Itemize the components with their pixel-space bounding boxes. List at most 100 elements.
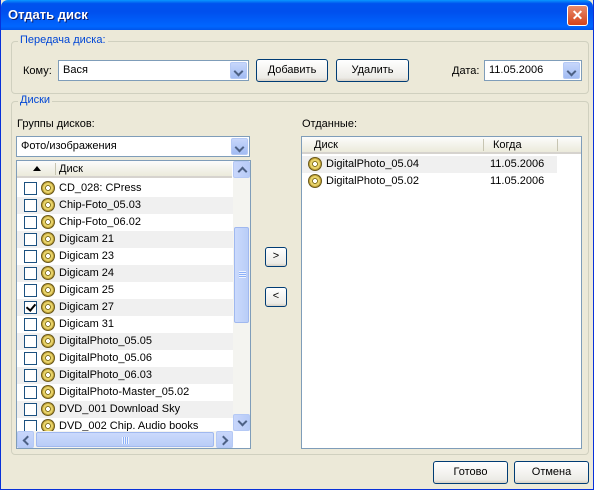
disk-checkbox[interactable] <box>24 335 37 348</box>
disc-icon <box>41 198 55 212</box>
to-label: Кому: <box>23 65 52 77</box>
scroll-right-button[interactable] <box>216 431 233 448</box>
disk-name: Digicam 21 <box>59 233 115 245</box>
column-when[interactable]: Когда <box>493 139 522 151</box>
move-left-button[interactable]: < <box>265 287 287 307</box>
list-item[interactable]: Chip-Foto_05.03 <box>17 197 233 214</box>
ok-button[interactable]: Готово <box>433 461 508 484</box>
disk-checkbox[interactable] <box>24 318 37 331</box>
disc-icon <box>41 181 55 195</box>
column-separator[interactable] <box>55 163 56 175</box>
move-right-button[interactable]: > <box>265 247 287 267</box>
column-disk[interactable]: Диск <box>59 163 83 175</box>
disk-checkbox[interactable] <box>24 369 37 382</box>
disk-name: DVD_001 Download Sky <box>59 403 181 415</box>
given-disk-name: DigitalPhoto_05.04 <box>326 158 419 170</box>
disc-icon <box>41 368 55 382</box>
list-item[interactable]: DigitalPhoto_05.02 11.05.2006 <box>302 173 557 190</box>
disc-icon <box>41 215 55 229</box>
transfer-legend: Передача диска: <box>18 34 108 46</box>
disc-icon <box>41 385 55 399</box>
chevron-down-icon[interactable] <box>563 62 580 79</box>
disks-legend: Диски <box>18 94 53 106</box>
disk-name: Digicam 24 <box>59 267 115 279</box>
disk-checkbox[interactable] <box>24 386 37 399</box>
given-date: 11.05.2006 <box>490 175 545 187</box>
disk-name: DigitalPhoto_06.03 <box>59 369 152 381</box>
disk-list-hscrollbar[interactable] <box>17 431 233 448</box>
disk-checkbox[interactable] <box>24 182 37 195</box>
list-item[interactable]: DigitalPhoto_05.05 <box>17 333 233 350</box>
disk-name: Chip-Foto_05.03 <box>59 199 141 211</box>
cancel-button[interactable]: Отмена <box>514 461 589 484</box>
date-value: 11.05.2006 <box>489 64 544 76</box>
scroll-thumb[interactable] <box>234 227 249 323</box>
disk-name: DigitalPhoto-Master_05.02 <box>59 386 190 398</box>
column-separator[interactable] <box>483 139 484 151</box>
list-item[interactable]: Digicam 21 <box>17 231 233 248</box>
disk-name: Digicam 25 <box>59 284 115 296</box>
given-date: 11.05.2006 <box>490 158 545 170</box>
remove-button[interactable]: Удалить <box>336 59 409 82</box>
disk-list-vscrollbar[interactable] <box>233 161 250 431</box>
chevron-down-icon[interactable] <box>231 138 248 155</box>
disk-checkbox[interactable] <box>24 301 37 314</box>
disk-list-header: Диск <box>17 161 232 178</box>
list-item[interactable]: Digicam 31 <box>17 316 233 333</box>
list-item[interactable]: DigitalPhoto_05.06 <box>17 350 233 367</box>
title-bar[interactable]: Отдать диск ✕ <box>1 0 593 30</box>
disc-icon <box>41 266 55 280</box>
disk-checkbox[interactable] <box>24 284 37 297</box>
disk-checkbox[interactable] <box>24 352 37 365</box>
disk-name: Digicam 23 <box>59 250 115 262</box>
list-item[interactable]: DVD_001 Download Sky <box>17 401 233 418</box>
disk-group-combo[interactable]: Фото/изображения <box>16 136 250 157</box>
scroll-down-button[interactable] <box>233 414 250 431</box>
disk-name: DigitalPhoto_05.06 <box>59 352 152 364</box>
disk-name: Digicam 27 <box>59 301 115 313</box>
list-item[interactable]: Chip-Foto_06.02 <box>17 214 233 231</box>
chevron-down-icon[interactable] <box>230 62 247 79</box>
disk-checkbox[interactable] <box>24 250 37 263</box>
list-item[interactable]: Digicam 24 <box>17 265 233 282</box>
disk-checkbox[interactable] <box>24 403 37 416</box>
disk-checkbox[interactable] <box>24 199 37 212</box>
disc-icon <box>41 232 55 246</box>
list-item[interactable]: DigitalPhoto_05.04 11.05.2006 <box>302 156 557 173</box>
sort-ascending-icon[interactable] <box>33 166 41 171</box>
list-item[interactable]: DigitalPhoto-Master_05.02 <box>17 384 233 401</box>
disc-icon <box>41 351 55 365</box>
give-disk-dialog: Отдать диск ✕ Передача диска: Кому: Вася… <box>0 0 594 490</box>
list-item[interactable]: CD_028: CPress <box>17 180 233 197</box>
given-list-header: Диск Когда <box>302 137 581 154</box>
disk-checkbox[interactable] <box>24 216 37 229</box>
add-button[interactable]: Добавить <box>256 59 328 82</box>
disk-name: DigitalPhoto_05.05 <box>59 335 152 347</box>
given-list[interactable]: Диск Когда DigitalPhoto_05.04 11.05.2006 D… <box>301 136 582 449</box>
groups-label: Группы дисков: <box>17 118 95 130</box>
disk-list[interactable]: Диск CD_028: CPress Chip-Foto_05.03 Chip-F… <box>16 160 251 449</box>
close-button[interactable]: ✕ <box>567 5 588 26</box>
disc-icon <box>41 249 55 263</box>
scroll-up-button[interactable] <box>233 161 250 178</box>
disc-icon <box>41 283 55 297</box>
disk-group-value: Фото/изображения <box>21 140 117 152</box>
column-separator[interactable] <box>557 139 558 151</box>
hscroll-thumb[interactable] <box>36 432 214 447</box>
disk-name: Chip-Foto_06.02 <box>59 216 141 228</box>
disc-icon <box>308 174 322 188</box>
disk-checkbox[interactable] <box>24 267 37 280</box>
list-item[interactable]: Digicam 25 <box>17 282 233 299</box>
disk-name: Digicam 31 <box>59 318 115 330</box>
disc-icon <box>41 402 55 416</box>
list-item[interactable]: DigitalPhoto_06.03 <box>17 367 233 384</box>
recipient-combo[interactable]: Вася <box>58 60 249 81</box>
scroll-left-button[interactable] <box>17 431 34 448</box>
date-picker[interactable]: 11.05.2006 <box>484 60 582 81</box>
column-disk[interactable]: Диск <box>314 139 338 151</box>
disk-checkbox[interactable] <box>24 233 37 246</box>
list-item[interactable]: Digicam 23 <box>17 248 233 265</box>
list-item[interactable]: Digicam 27 <box>17 299 233 316</box>
grip-icon <box>122 437 129 444</box>
grip-icon <box>239 271 246 278</box>
